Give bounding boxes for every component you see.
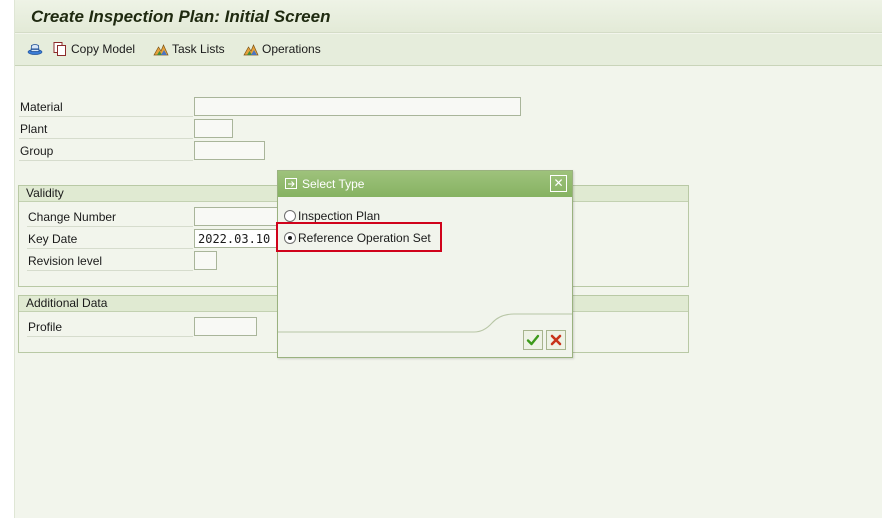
mountain-icon — [153, 44, 169, 56]
key-date-label: Key Date — [28, 232, 78, 246]
key-date-input[interactable]: 2022.03.10 — [194, 229, 284, 248]
application-toolbar: Copy Model Task Lists Operations — [15, 34, 882, 66]
revision-level-input[interactable] — [194, 251, 217, 270]
checkmark-icon — [526, 334, 540, 346]
select-type-dialog: Select Type ✕ Inspection Plan Reference … — [276, 170, 573, 358]
option-label: Inspection Plan — [298, 209, 381, 223]
task-lists-button[interactable]: Task Lists — [153, 41, 225, 57]
selection-highlight — [276, 222, 442, 252]
label-divider — [19, 160, 193, 161]
option-inspection-plan[interactable]: Inspection Plan — [284, 209, 380, 223]
dialog-title-bar: Select Type ✕ — [278, 171, 572, 197]
title-bar: Create Inspection Plan: Initial Screen — [15, 0, 882, 33]
plant-input[interactable] — [194, 119, 233, 138]
cancel-icon — [550, 334, 562, 346]
operations-label: Operations — [262, 42, 321, 56]
label-divider — [27, 226, 193, 227]
label-divider — [27, 248, 193, 249]
hat-icon — [27, 44, 43, 55]
copy-model-button[interactable]: Copy Model — [52, 41, 135, 57]
page-title: Create Inspection Plan: Initial Screen — [31, 7, 331, 26]
profile-input[interactable] — [194, 317, 257, 336]
label-divider — [27, 270, 193, 271]
change-number-label: Change Number — [28, 210, 117, 224]
plant-label: Plant — [20, 122, 48, 136]
revision-level-label: Revision level — [28, 254, 103, 268]
cancel-button[interactable] — [546, 330, 566, 350]
label-divider — [19, 138, 193, 139]
material-label: Material — [20, 100, 63, 114]
copy-icon — [53, 42, 66, 56]
label-divider — [19, 116, 193, 117]
change-number-input[interactable] — [194, 207, 284, 226]
mountain-icon — [243, 44, 259, 56]
toolbar-hat-button[interactable] — [27, 41, 43, 57]
confirm-button[interactable] — [523, 330, 543, 350]
group-label: Group — [20, 144, 54, 158]
close-icon[interactable]: ✕ — [550, 175, 567, 192]
radio-inspection-plan[interactable] — [284, 210, 296, 222]
profile-label: Profile — [28, 320, 63, 334]
dialog-window-icon — [285, 178, 297, 189]
operations-button[interactable]: Operations — [243, 41, 321, 57]
task-lists-label: Task Lists — [172, 42, 225, 56]
dialog-title: Select Type — [302, 177, 365, 191]
label-divider — [27, 336, 193, 337]
copy-model-label: Copy Model — [71, 42, 136, 56]
material-input[interactable] — [194, 97, 521, 116]
group-input[interactable] — [194, 141, 265, 160]
